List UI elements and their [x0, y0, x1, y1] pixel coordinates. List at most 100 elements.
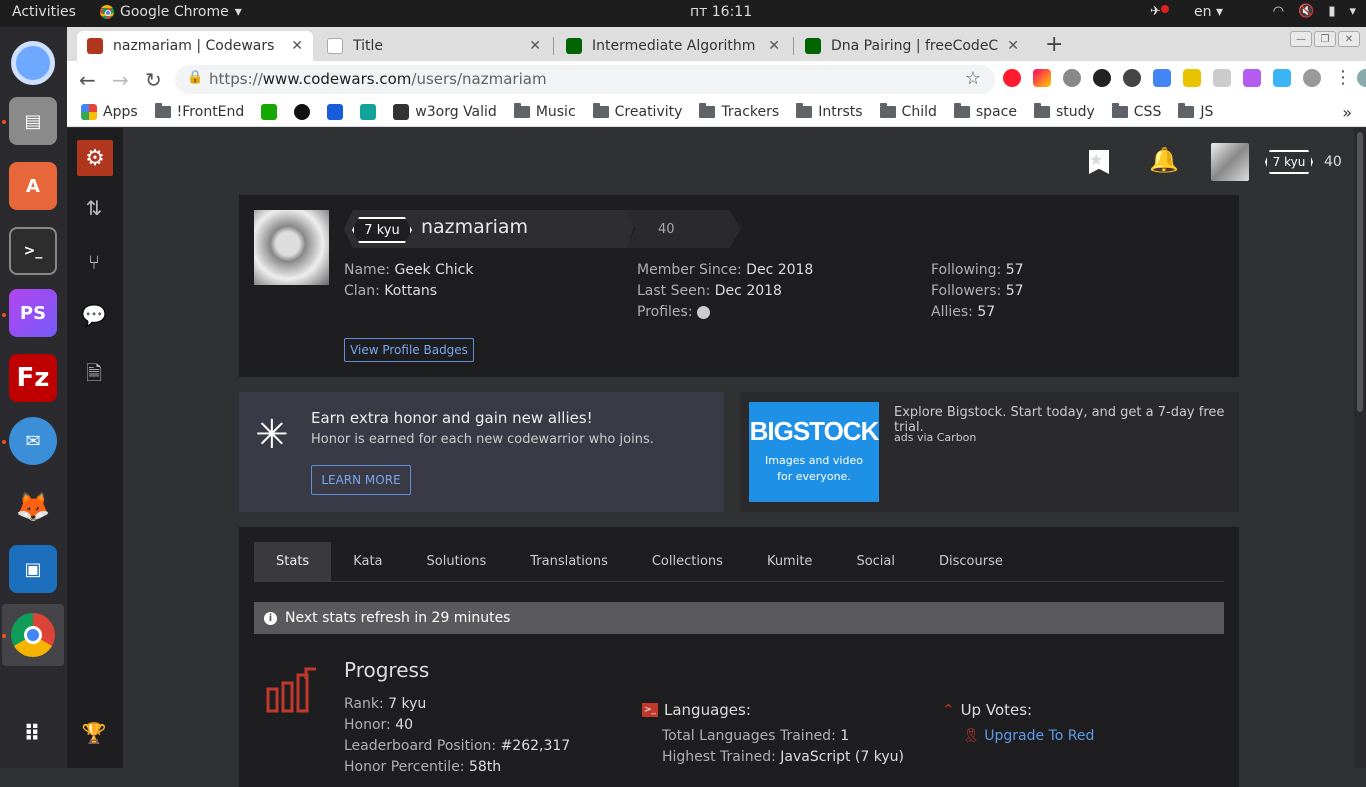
profile-followers[interactable]: Followers: 57 [931, 283, 1024, 299]
new-tab-button[interactable]: + [1045, 32, 1063, 57]
menu-kebab-icon[interactable]: ⋮ [1334, 67, 1352, 88]
ad-brand: BIGSTOCK [749, 416, 880, 446]
tab-discourse[interactable]: Discourse [917, 542, 1025, 581]
chromium-launcher-icon[interactable] [9, 39, 57, 87]
bookmark-study[interactable]: study [1033, 102, 1095, 120]
tab-translations[interactable]: Translations [508, 542, 630, 581]
practice-icon[interactable]: ⇅ [81, 196, 107, 222]
tab-intermediate-algorithm[interactable]: Intermediate Algorithm S ✕ [556, 31, 790, 61]
tab-codewars[interactable]: nazmariam | Codewars ✕ [77, 31, 313, 61]
leaderboard-trophy-icon[interactable]: 🏆 [81, 721, 107, 747]
profile-allies[interactable]: Allies: 57 [931, 304, 995, 320]
bookmark-intrsts[interactable]: Intrsts [796, 102, 863, 120]
bookmark-music[interactable]: Music [513, 102, 576, 120]
db-extension-icon[interactable] [1303, 69, 1321, 87]
codewars-logo-icon[interactable]: ⚙ [77, 140, 113, 176]
tab-stats[interactable]: Stats [254, 542, 332, 581]
bookmark-child[interactable]: Child [879, 102, 937, 120]
minimize-button[interactable]: — [1290, 31, 1312, 47]
docs-icon[interactable]: 🗎 [81, 359, 107, 385]
bookmark-apps[interactable]: Apps [81, 103, 138, 120]
running-indicator [2, 120, 6, 124]
close-icon[interactable]: ✕ [283, 38, 303, 54]
profile-following[interactable]: Following: 57 [931, 262, 1024, 278]
color-extension-icon[interactable] [1033, 69, 1051, 87]
language-indicator[interactable]: en ▾ [1194, 4, 1223, 20]
bookmark-creativity[interactable]: Creativity [592, 102, 682, 120]
bookmark-trackers[interactable]: Trackers [699, 102, 779, 120]
opera-extension-icon[interactable] [1003, 69, 1021, 87]
tab-title-page[interactable]: Title ✕ [317, 31, 551, 61]
telegram-tray-icon[interactable]: ✈ [1150, 4, 1161, 19]
bookmark-upwork[interactable] [261, 103, 278, 120]
virtualbox-launcher-icon[interactable]: ▣ [9, 545, 57, 593]
css-extension-icon[interactable] [1183, 69, 1201, 87]
maximize-button[interactable]: ❐ [1314, 31, 1336, 47]
user-avatar[interactable] [1211, 143, 1249, 181]
close-icon[interactable]: ✕ [999, 38, 1019, 54]
bookmark-frontend[interactable]: !FrontEnd [154, 102, 244, 120]
eye-extension-icon[interactable] [1093, 69, 1111, 87]
settings-extension-icon[interactable] [1063, 69, 1081, 87]
bookmark-github[interactable] [294, 103, 311, 120]
profile-profiles: Profiles: [637, 304, 710, 320]
filezilla-launcher-icon[interactable]: Fz [9, 354, 57, 402]
bookmark-bitwarden[interactable] [327, 103, 344, 120]
bookmark-js[interactable]: JS [1178, 102, 1213, 120]
bookmark-replit[interactable] [360, 103, 377, 120]
tab-dna-pairing[interactable]: Dna Pairing | freeCodeCar ✕ [795, 31, 1029, 61]
close-icon[interactable]: ✕ [521, 38, 541, 54]
files-launcher-icon[interactable]: ▤ [9, 97, 57, 145]
bookmark-star-icon[interactable]: ☆ [965, 68, 981, 89]
forward-button[interactable]: → [112, 68, 129, 92]
tab-social[interactable]: Social [834, 542, 917, 581]
show-applications-icon[interactable]: ⠿ [9, 710, 57, 758]
more-bookmarks-icon[interactable]: » [1342, 103, 1352, 122]
bookmark-w3org[interactable]: w3org Valid [393, 103, 497, 120]
close-window-button[interactable]: ✕ [1338, 31, 1360, 47]
tab-kata[interactable]: Kata [331, 542, 404, 581]
github-icon[interactable] [697, 305, 710, 319]
scrollbar-thumb[interactable] [1357, 132, 1363, 412]
page-scrollbar[interactable] [1354, 128, 1366, 768]
github-icon [294, 103, 311, 120]
chevron-down-icon: ▾ [234, 4, 242, 20]
bookmarks-icon[interactable] [1089, 150, 1109, 174]
feather-extension-icon[interactable] [1243, 69, 1261, 87]
bookmark-space[interactable]: space [953, 102, 1017, 120]
mail-launcher-icon[interactable]: ✉ [9, 417, 57, 465]
learn-more-button[interactable]: LEARN MORE [311, 465, 411, 495]
tab-kumite[interactable]: Kumite [745, 542, 835, 581]
software-center-launcher-icon[interactable]: A [9, 162, 57, 210]
app-menu[interactable]: Google Chrome ▾ [100, 4, 242, 20]
refresh-extension-icon[interactable] [1123, 69, 1141, 87]
tab-solutions[interactable]: Solutions [405, 542, 509, 581]
upgrade-to-red-link[interactable]: 🎗 Upgrade To Red [962, 728, 1094, 744]
activities-button[interactable]: Activities [12, 4, 76, 20]
terminal-launcher-icon[interactable]: >_ [9, 227, 57, 275]
view-profile-badges-button[interactable]: View Profile Badges [344, 338, 474, 362]
address-bar[interactable]: 🔒 https://www.codewars.com/users/nazmari… [175, 65, 995, 94]
reload-button[interactable]: ↻ [145, 68, 162, 92]
discussion-icon[interactable]: 💬 [81, 303, 107, 329]
phpstorm-launcher-icon[interactable]: PS [9, 289, 57, 337]
translate-extension-icon[interactable] [1153, 69, 1171, 87]
gimp-launcher-icon[interactable]: 🦊 [9, 482, 57, 530]
bigstock-ad-image[interactable]: BIGSTOCK Images and video for everyone. [749, 402, 879, 502]
folder-icon [592, 102, 609, 118]
profile-avatar-icon[interactable] [1357, 69, 1366, 87]
back-button[interactable]: ← [79, 68, 96, 92]
bookmark-css[interactable]: CSS [1111, 102, 1161, 120]
page-favicon [327, 38, 343, 54]
kata-fork-icon[interactable]: ⑂ [81, 250, 107, 276]
close-icon[interactable]: ✕ [760, 38, 780, 54]
system-tray[interactable]: ◠ 🔇 ▮ ▾ [1273, 4, 1356, 19]
chrome-launcher-icon[interactable] [9, 611, 57, 659]
tab-collections[interactable]: Collections [630, 542, 745, 581]
window-extension-icon[interactable] [1273, 69, 1291, 87]
puzzle-extension-icon[interactable] [1213, 69, 1231, 87]
clock[interactable]: пт 16:11 [690, 4, 752, 20]
notifications-bell-icon[interactable]: 🔔 [1149, 146, 1179, 174]
codewars-sidebar: ⚙ ⇅ ⑂ 💬 🗎 🏆 [67, 128, 123, 768]
ads-via-carbon-link[interactable]: ads via Carbon [894, 431, 976, 444]
